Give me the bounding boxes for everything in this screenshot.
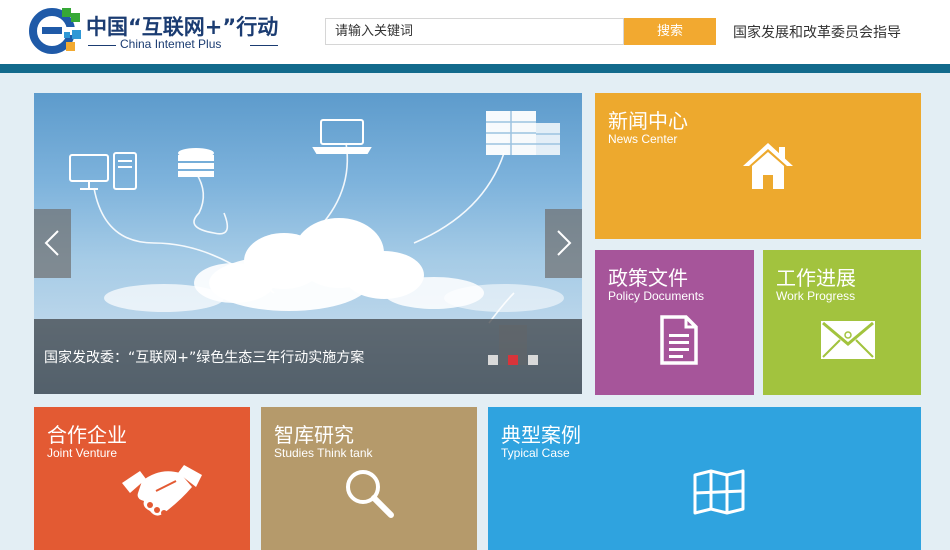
carousel-dot-3[interactable] bbox=[528, 355, 538, 365]
search-input[interactable] bbox=[326, 19, 623, 44]
site-logo[interactable]: 中国“互联网+”行动 China Intemet Plus bbox=[28, 4, 288, 58]
tile-typical-case[interactable]: 典型案例 Typical Case bbox=[488, 407, 921, 550]
tile-think-tank[interactable]: 智库研究 Studies Think tank bbox=[261, 407, 477, 550]
tile-title-cn: 合作企业 bbox=[47, 423, 127, 447]
carousel-dot-1[interactable] bbox=[488, 355, 498, 365]
logo-line-left bbox=[88, 45, 116, 46]
carousel-next-button[interactable] bbox=[545, 209, 582, 278]
tile-title-en: Work Progress bbox=[776, 289, 856, 303]
tile-work-progress[interactable]: 工作进展 Work Progress bbox=[763, 250, 921, 395]
carousel-dot-2[interactable] bbox=[508, 355, 518, 365]
tile-news-center[interactable]: 新闻中心 News Center bbox=[595, 93, 921, 239]
tile-title-cn: 政策文件 bbox=[608, 266, 688, 290]
logo-subtitle: China Intemet Plus bbox=[88, 37, 278, 53]
tile-title-cn: 工作进展 bbox=[776, 266, 856, 290]
handshake-icon bbox=[122, 465, 202, 516]
search-button[interactable]: 搜索 bbox=[624, 18, 716, 45]
tile-joint-venture[interactable]: 合作企业 Joint Venture bbox=[34, 407, 250, 550]
carousel-caption-bar: 国家发改委：“互联网+”绿色生态三年行动实施方案 bbox=[34, 319, 582, 394]
magnifier-icon bbox=[346, 470, 394, 518]
document-icon bbox=[660, 315, 698, 365]
chevron-right-icon bbox=[557, 230, 572, 256]
envelope-icon bbox=[821, 321, 875, 359]
tile-title-en: Studies Think tank bbox=[274, 446, 373, 460]
tile-title-en: Typical Case bbox=[501, 446, 570, 460]
carousel-prev-button[interactable] bbox=[34, 209, 71, 278]
logo-title-en: China Intemet Plus bbox=[120, 37, 222, 51]
guide-text: 国家发展和改革委员会指导 bbox=[733, 25, 901, 41]
logo-mark-icon bbox=[29, 8, 82, 54]
map-icon bbox=[693, 469, 745, 515]
chevron-left-icon bbox=[44, 230, 59, 256]
tile-title-cn: 典型案例 bbox=[501, 423, 581, 447]
home-icon bbox=[743, 143, 793, 189]
header: 中国“互联网+”行动 China Intemet Plus 搜索 国家发展和改革… bbox=[0, 0, 950, 66]
search-box bbox=[325, 18, 624, 45]
tile-title-en: Joint Venture bbox=[47, 446, 118, 460]
tile-title-cn: 新闻中心 bbox=[608, 109, 688, 133]
tile-title-en: News Center bbox=[608, 132, 678, 146]
carousel-caption[interactable]: 国家发改委：“互联网+”绿色生态三年行动实施方案 bbox=[44, 347, 364, 367]
tile-title-en: Policy Documents bbox=[608, 289, 705, 303]
banner-carousel[interactable]: 国家发改委：“互联网+”绿色生态三年行动实施方案 bbox=[34, 93, 582, 394]
tile-title-cn: 智库研究 bbox=[274, 423, 354, 447]
header-divider-bar bbox=[0, 64, 950, 73]
logo-line-right bbox=[250, 45, 278, 46]
tile-policy-documents[interactable]: 政策文件 Policy Documents bbox=[595, 250, 754, 395]
